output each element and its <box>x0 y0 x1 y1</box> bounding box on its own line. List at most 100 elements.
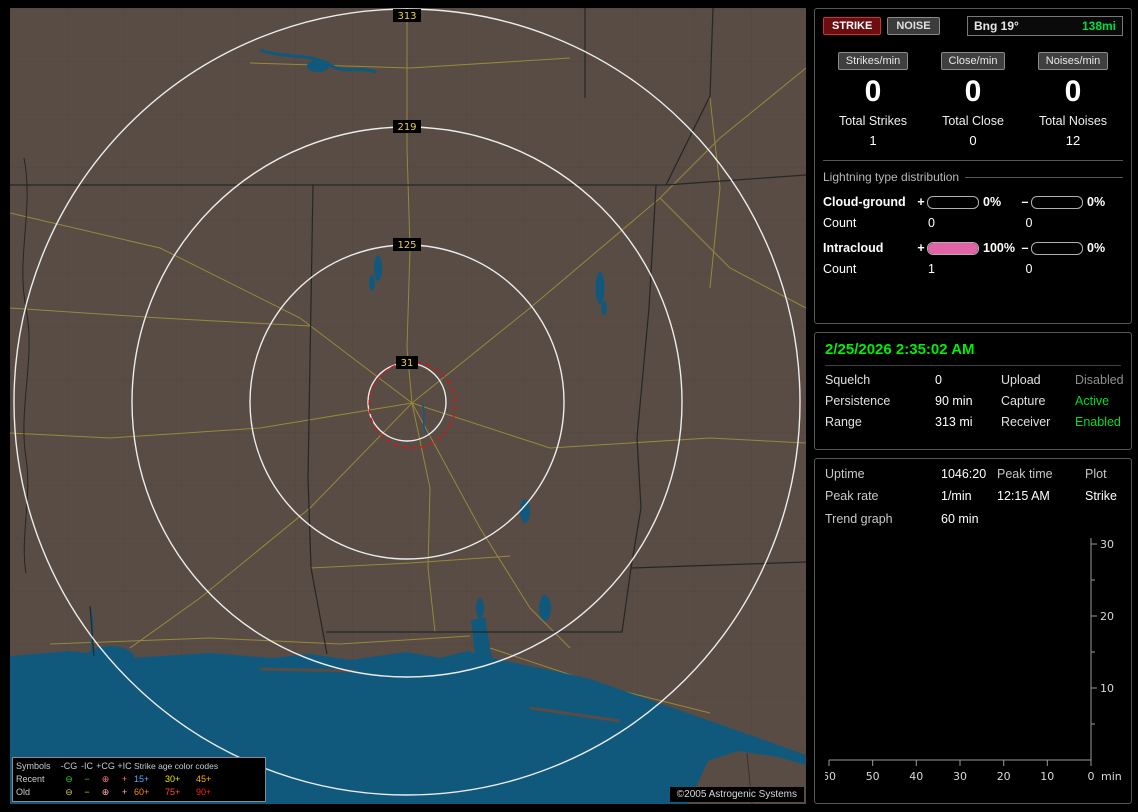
svg-text:30: 30 <box>953 770 967 783</box>
uptime-label: Uptime <box>825 467 865 481</box>
legend-col-neg-cg: -CG <box>60 761 78 771</box>
peak-rate-value: 1/min <box>941 489 972 503</box>
age-30: 30+ <box>165 774 181 784</box>
neg-ic-recent-icon: − <box>84 774 90 784</box>
legend-old-label: Old <box>16 787 31 797</box>
total-noises: Total Noises 12 <box>1023 114 1123 148</box>
squelch-label: Squelch <box>825 373 871 387</box>
status-grid: Squelch 0 Upload Disabled Persistence 90… <box>825 373 1124 429</box>
pos-cg-old-icon: ⊕ <box>101 787 110 797</box>
intracloud-label: Intracloud <box>823 241 884 255</box>
pos-cg-recent-icon: ⊕ <box>101 774 110 784</box>
datetime-display: 2/25/2026 2:35:02 AM <box>825 341 1121 366</box>
age-45: 45+ <box>196 774 212 784</box>
pos-ic-old-icon: + <box>121 787 128 797</box>
total-close-value: 0 <box>969 133 977 148</box>
age-15: 15+ <box>134 774 150 784</box>
peak-time-label: Peak time <box>997 467 1053 481</box>
strike-mode-button[interactable]: STRIKE <box>823 17 882 35</box>
bearing-value: Bng 19° <box>974 19 1019 33</box>
info-grid: Uptime 1046:20 Peak time Plot Peak rate … <box>825 467 1121 503</box>
legend-col-neg-ic: -IC <box>81 761 93 771</box>
ic-plus-count: 1 <box>928 262 935 276</box>
noise-mode-button[interactable]: NOISE <box>887 17 940 35</box>
cg-minus-bar <box>1031 195 1083 209</box>
ic-plus-bar <box>927 241 979 255</box>
cloud-ground-label: Cloud-ground <box>823 195 906 209</box>
status-panel: 2/25/2026 2:35:02 AM Squelch 0 Upload Di… <box>814 332 1132 450</box>
squelch-value: 0 <box>935 373 942 387</box>
capture-label: Capture <box>1001 394 1046 408</box>
cg-plus-pct: 0% <box>983 195 1002 209</box>
neg-ic-old-icon: − <box>84 787 90 797</box>
strikes-per-min-value: 0 <box>864 75 882 108</box>
cg-minus-count: 0 <box>1025 216 1033 230</box>
svg-text:20: 20 <box>997 770 1011 783</box>
svg-text:30: 30 <box>1100 538 1114 551</box>
plus-sign: + <box>917 195 925 209</box>
legend-age-header: Strike age color codes <box>134 761 219 771</box>
svg-text:10: 10 <box>1100 682 1114 695</box>
plot-label: Plot <box>1085 467 1107 481</box>
legend-row-old: Old ⊖ − ⊕ + 60+ 75+ 90+ <box>16 786 262 799</box>
legend-col-pos-cg: +CG <box>96 761 115 771</box>
strikes-per-min-button[interactable]: Strikes/min <box>837 52 909 70</box>
intracloud-row: Intracloud + 100% – 0% <box>823 241 1123 255</box>
cg-plus-count: 0 <box>928 216 935 230</box>
close-per-min-value: 0 <box>964 75 982 108</box>
intracloud-count-row: Count 1 0 <box>823 262 1123 276</box>
receiver-label: Receiver <box>1001 415 1051 429</box>
total-strikes-label: Total Strikes <box>838 114 908 128</box>
section-divider <box>823 160 1123 161</box>
total-close: Total Close 0 <box>923 114 1023 148</box>
neg-cg-old-icon: ⊖ <box>65 787 73 797</box>
noises-per-min-button[interactable]: Noises/min <box>1037 52 1109 70</box>
close-per-min-button[interactable]: Close/min <box>940 52 1006 70</box>
svg-text:40: 40 <box>909 770 923 783</box>
uptime-value: 1046:20 <box>941 467 987 481</box>
map-legend: Symbols -CG -IC +CG +IC Strike age color… <box>12 757 266 802</box>
plot-value: Strike <box>1085 489 1117 503</box>
total-strikes-value: 1 <box>869 133 877 148</box>
legend-col-pos-ic: +IC <box>117 761 132 771</box>
map-canvas: 313 219 125 31 <box>10 8 806 804</box>
persistence-label: Persistence <box>825 394 891 408</box>
pos-ic-recent-icon: + <box>121 774 128 784</box>
total-noises-value: 12 <box>1065 133 1081 148</box>
count-label: Count <box>823 216 857 230</box>
bearing-readout: Bng 19° 138mi <box>967 16 1123 36</box>
peak-time-value: 12:15 AM <box>997 489 1050 503</box>
svg-text:min: min <box>1101 770 1122 783</box>
cloud-ground-row: Cloud-ground + 0% – 0% <box>823 195 1123 209</box>
cg-minus-pct: 0% <box>1087 195 1106 209</box>
noises-per-min-column: Noises/min 0 <box>1023 51 1123 110</box>
trend-graph: 30 20 10 60 50 40 30 20 10 0 min <box>822 538 1122 783</box>
svg-text:50: 50 <box>866 770 880 783</box>
lightning-map[interactable]: 313 219 125 31 Symbols -CG -IC +CG +IC S… <box>10 8 806 804</box>
cg-plus-bar <box>927 195 979 209</box>
age-75: 75+ <box>165 787 181 797</box>
rate-counters: Strikes/min 0 Close/min 0 Noises/min 0 <box>823 51 1123 110</box>
capture-status: Active <box>1075 394 1110 408</box>
copyright-notice: ©2005 Astrogenic Systems <box>669 787 804 802</box>
svg-text:20: 20 <box>1100 610 1114 623</box>
ic-minus-count: 0 <box>1025 262 1033 276</box>
cloud-ground-count-row: Count 0 0 <box>823 216 1123 230</box>
neg-cg-recent-icon: ⊖ <box>65 774 73 784</box>
svg-text:31: 31 <box>401 358 414 369</box>
strikes-per-min-column: Strikes/min 0 <box>823 51 923 110</box>
persistence-value: 90 min <box>935 394 973 408</box>
totals-row: Total Strikes 1 Total Close 0 Total Nois… <box>823 114 1123 148</box>
count-label: Count <box>823 262 857 276</box>
distribution-title: Lightning type distribution <box>823 170 1123 184</box>
total-noises-label: Total Noises <box>1038 114 1108 128</box>
ic-minus-pct: 0% <box>1087 241 1106 255</box>
distance-value: 138mi <box>1081 19 1116 33</box>
svg-text:313: 313 <box>397 11 416 22</box>
range-label: Range <box>825 415 862 429</box>
statistics-panel: STRIKE NOISE Bng 19° 138mi Strikes/min 0… <box>814 8 1132 324</box>
legend-recent-label: Recent <box>16 774 45 784</box>
receiver-status: Enabled <box>1075 415 1121 429</box>
trend-panel: Uptime 1046:20 Peak time Plot Peak rate … <box>814 458 1132 804</box>
upload-label: Upload <box>1001 373 1041 387</box>
